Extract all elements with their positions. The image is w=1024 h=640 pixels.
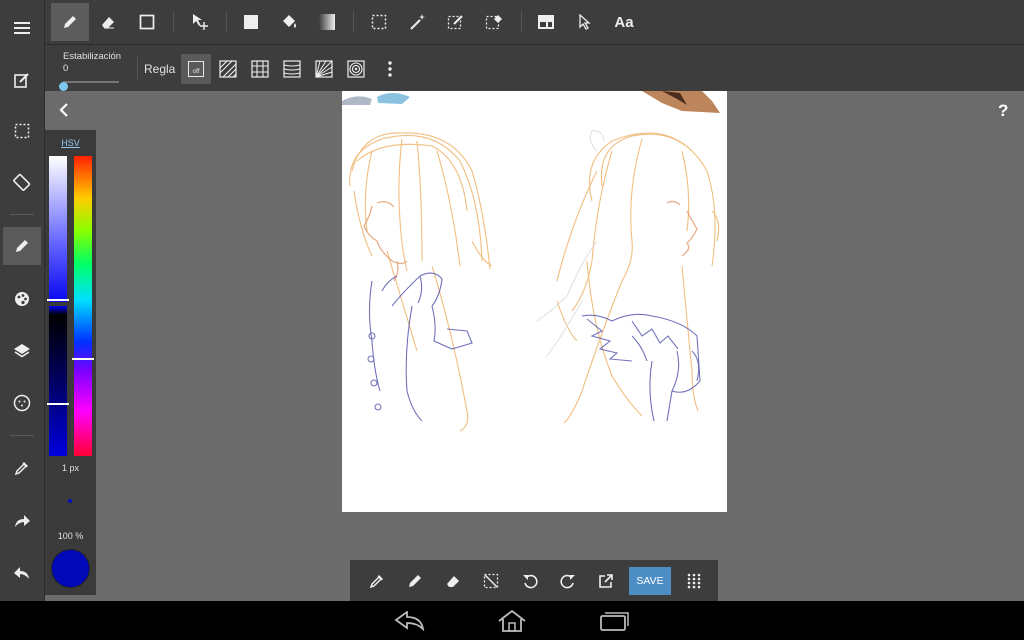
rotate-screen-icon[interactable]: [3, 163, 41, 201]
panel-icon[interactable]: [527, 3, 565, 41]
select-eraser-icon[interactable]: [475, 3, 513, 41]
ruler-concentric-lines-icon[interactable]: [277, 54, 307, 84]
sketch-artwork: [342, 91, 720, 432]
more-options-icon[interactable]: [375, 54, 405, 84]
separator: [173, 11, 174, 33]
slider-gap: [49, 302, 67, 306]
menu-icon[interactable]: [3, 9, 41, 47]
select-rect-icon[interactable]: [360, 3, 398, 41]
saturation-marker[interactable]: [47, 299, 69, 301]
separator: [226, 11, 227, 33]
pen-icon[interactable]: [399, 565, 431, 597]
ruler-parallel-icon[interactable]: [213, 54, 243, 84]
ruler-perspective-icon[interactable]: [309, 54, 339, 84]
app: Aa Estabilización 0 Regla off ? HSV 1 px…: [0, 0, 1024, 640]
selection-icon[interactable]: [3, 112, 41, 150]
sub-toolbar: Estabilización 0 Regla off: [45, 45, 1024, 91]
stabilization-slider[interactable]: [63, 81, 119, 83]
eyedropper-icon[interactable]: [3, 449, 41, 487]
recent-apps-icon[interactable]: [594, 607, 634, 635]
bucket-icon[interactable]: [270, 3, 308, 41]
eraser-icon[interactable]: [437, 565, 469, 597]
ruler-circles-icon[interactable]: [341, 54, 371, 84]
eraser-icon[interactable]: [89, 3, 127, 41]
select-pen-icon[interactable]: [437, 3, 475, 41]
gradient-icon[interactable]: [308, 3, 346, 41]
export-icon[interactable]: [590, 565, 622, 597]
hue-marker[interactable]: [72, 358, 94, 360]
separator: [10, 214, 34, 215]
drawing-canvas[interactable]: [342, 91, 727, 512]
text-tool[interactable]: Aa: [605, 3, 643, 41]
undo-icon[interactable]: [3, 554, 41, 592]
deselect-icon[interactable]: [475, 565, 507, 597]
brush-preview-dot: [68, 499, 72, 503]
system-nav-bar: [0, 601, 1024, 640]
pointer-icon[interactable]: [566, 3, 604, 41]
hue-slider[interactable]: [74, 156, 92, 456]
help-button[interactable]: ?: [998, 101, 1008, 121]
ruler-off-label: off: [192, 68, 200, 75]
fill-rect-icon[interactable]: [232, 3, 270, 41]
magic-wand-icon[interactable]: [399, 3, 437, 41]
separator: [521, 11, 522, 33]
left-toolbar: [0, 0, 45, 601]
ruler-label: Regla: [144, 62, 176, 76]
value-marker[interactable]: [47, 403, 69, 405]
redo-icon[interactable]: [3, 502, 41, 540]
collapse-panel-chevron-icon[interactable]: [56, 101, 72, 124]
stabilization-label: Estabilización: [63, 51, 122, 62]
stabilization-slider-knob[interactable]: [59, 82, 68, 91]
pen-icon[interactable]: [51, 3, 89, 41]
separator: [353, 11, 354, 33]
home-icon[interactable]: [492, 607, 532, 635]
grid-menu-icon[interactable]: [678, 565, 710, 597]
color-mode-toggle[interactable]: HSV: [45, 138, 96, 148]
move-icon[interactable]: [181, 3, 219, 41]
eyedropper-icon[interactable]: [361, 565, 393, 597]
ruler-off-button[interactable]: off: [181, 54, 211, 84]
top-toolbar: Aa: [45, 0, 1024, 45]
separator: [10, 435, 34, 436]
current-color-swatch[interactable]: [51, 549, 90, 588]
saturation-value-slider[interactable]: [49, 156, 67, 456]
rectangle-icon[interactable]: [128, 3, 166, 41]
redo-icon[interactable]: [552, 565, 584, 597]
separator: [137, 57, 138, 79]
opacity-label: 100 %: [57, 531, 84, 541]
color-panel: HSV 1 px 100 %: [45, 130, 96, 595]
stabilization-value: 0: [63, 63, 69, 74]
text-tool-label: Aa: [614, 13, 634, 31]
layers-icon[interactable]: [3, 332, 41, 370]
back-icon[interactable]: [389, 607, 429, 635]
brush-settings-icon[interactable]: [3, 384, 41, 422]
pen-icon[interactable]: [3, 227, 41, 265]
brush-size-label: 1 px: [61, 463, 79, 473]
edit-icon[interactable]: [3, 61, 41, 99]
save-button[interactable]: SAVE: [629, 567, 671, 595]
undo-icon[interactable]: [514, 565, 546, 597]
palette-icon[interactable]: [3, 280, 41, 318]
ruler-grid-icon[interactable]: [245, 54, 275, 84]
bottom-toolbar: SAVE: [350, 560, 718, 602]
